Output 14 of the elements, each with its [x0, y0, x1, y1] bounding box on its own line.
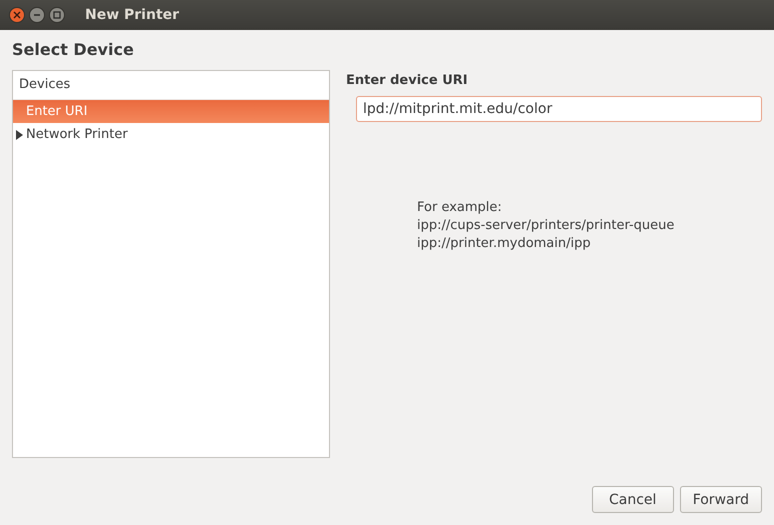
minimize-icon[interactable] — [29, 7, 45, 23]
window-title: New Printer — [85, 7, 180, 23]
uri-label: Enter device URI — [346, 73, 469, 88]
device-item[interactable]: Network Printer — [13, 123, 329, 146]
expander-icon[interactable] — [15, 130, 23, 140]
forward-button[interactable]: Forward — [680, 486, 762, 513]
uri-field[interactable]: lpd://mitprint.mit.edu/color — [356, 96, 762, 122]
close-icon[interactable] — [9, 7, 25, 23]
cancel-button[interactable]: Cancel — [592, 486, 674, 513]
maximize-icon[interactable] — [49, 7, 65, 23]
page-heading: Select Device — [12, 40, 135, 59]
example-text: For example: — [417, 199, 503, 217]
example-text: ipp://cups-server/printers/printer-queue — [417, 217, 676, 235]
example-text: ipp://printer.mydomain/ipp — [417, 235, 592, 253]
